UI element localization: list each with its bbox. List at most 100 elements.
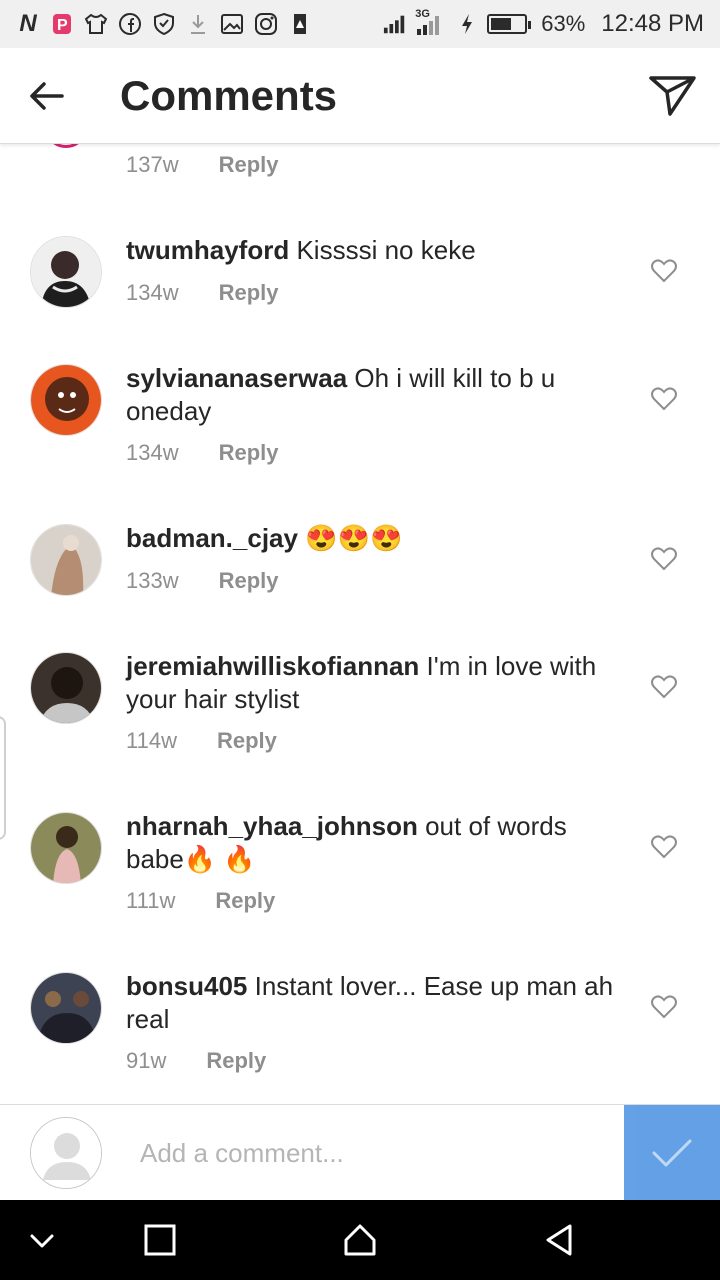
reply-button[interactable]: Reply: [219, 152, 279, 178]
paper-plane-icon: [649, 76, 696, 116]
comment-text: sylviananaserwaa Oh i will kill to b u o…: [126, 362, 626, 428]
avatar[interactable]: [30, 524, 102, 596]
reply-button[interactable]: Reply: [219, 280, 279, 306]
comment-age: 134w: [126, 280, 179, 305]
home-icon: [344, 1224, 376, 1256]
comment-text: jeremiahwilliskofiannan I'm in love with…: [126, 650, 626, 716]
app-header: Comments: [0, 48, 720, 144]
p-icon: P: [50, 12, 74, 36]
battery-icon: [487, 14, 532, 34]
page-title: Comments: [120, 72, 338, 119]
comment-meta: 111w Reply: [126, 888, 275, 914]
comment-composer: [0, 1104, 720, 1200]
user-photo: [31, 973, 101, 1043]
triangle-back-icon: [546, 1224, 572, 1256]
user-photo: [31, 365, 101, 435]
comment-text: badman._cjay 😍😍😍: [126, 522, 626, 555]
status-bar: N P 3G 63% 12:48 PM: [0, 0, 720, 48]
like-button[interactable]: [650, 994, 678, 1020]
comment-message: 😍😍😍: [305, 523, 403, 553]
user-photo: [31, 237, 101, 307]
comment-text: bonsu405 Instant lover... Ease up man ah…: [126, 970, 626, 1036]
recents-button[interactable]: [140, 1220, 180, 1260]
n-icon: N: [19, 10, 37, 37]
comment-username[interactable]: jeremiahwilliskofiannan: [126, 651, 419, 681]
facebook-icon: [118, 12, 142, 36]
reply-button[interactable]: Reply: [215, 888, 275, 914]
back-nav-button[interactable]: [540, 1220, 580, 1260]
comment-username[interactable]: bonsu405: [126, 971, 247, 1001]
avatar[interactable]: [30, 236, 102, 308]
comment-text: nharnah_yhaa_johnson out of words babe🔥 …: [126, 810, 626, 876]
comment-age: 111w: [126, 888, 176, 913]
clock: 12:48 PM: [601, 10, 704, 37]
comment-meta: 133w Reply: [126, 568, 279, 594]
instagram-icon: [254, 12, 278, 36]
avatar[interactable]: [30, 812, 102, 884]
reply-button[interactable]: Reply: [217, 728, 277, 754]
svg-text:P: P: [57, 17, 68, 34]
user-photo: [31, 525, 101, 595]
avatar[interactable]: [30, 652, 102, 724]
charging-icon: [455, 12, 479, 36]
reply-button[interactable]: Reply: [206, 1048, 266, 1074]
comment-item: sylviananaserwaa Oh i will kill to b u o…: [0, 362, 720, 522]
comment-meta: 134w Reply: [126, 280, 279, 306]
share-button[interactable]: [648, 74, 698, 118]
hide-nav-button[interactable]: [22, 1220, 62, 1260]
user-photo: [31, 813, 101, 883]
like-button[interactable]: [650, 386, 678, 412]
comment-username[interactable]: badman._cjay: [126, 523, 298, 553]
heart-icon: [651, 387, 677, 411]
comments-list[interactable]: 137w Reply twumhayford Kissssi no keke 1…: [0, 144, 720, 1104]
comment-username[interactable]: sylviananaserwaa: [126, 363, 347, 393]
side-handle[interactable]: [0, 716, 6, 840]
home-button[interactable]: [340, 1220, 380, 1260]
comment-age: 134w: [126, 440, 179, 465]
comment-text: twumhayford Kissssi no keke: [126, 234, 626, 267]
shirt-icon: [84, 12, 108, 36]
like-button[interactable]: [650, 834, 678, 860]
comment-meta: 137w Reply: [126, 152, 279, 178]
avatar: [30, 1117, 102, 1189]
heart-icon: [651, 835, 677, 859]
square-icon: [144, 1224, 176, 1256]
battery-percent: 63%: [541, 11, 586, 36]
status-system-icons: 3G 63% 12:48 PM: [383, 8, 704, 38]
comment-meta: 114w Reply: [126, 728, 277, 754]
post-comment-button[interactable]: [624, 1105, 720, 1200]
heart-icon: [651, 675, 677, 699]
download-icon: [186, 12, 210, 36]
image-icon: [220, 12, 244, 36]
avatar[interactable]: [30, 364, 102, 436]
comment-partial: 137w Reply: [0, 144, 720, 204]
user-photo: [31, 653, 101, 723]
back-button[interactable]: [26, 76, 66, 116]
reply-button[interactable]: Reply: [219, 440, 279, 466]
comment-message: Kissssi no keke: [296, 235, 476, 265]
signal-icon: [383, 12, 407, 36]
reply-button[interactable]: Reply: [219, 568, 279, 594]
comment-input[interactable]: [140, 1133, 600, 1173]
comment-age: 114w: [126, 728, 177, 753]
alert-icon: [288, 12, 312, 36]
avatar[interactable]: [44, 144, 88, 148]
comment-item: bonsu405 Instant lover... Ease up man ah…: [0, 970, 720, 1104]
like-button[interactable]: [650, 674, 678, 700]
like-button[interactable]: [650, 546, 678, 572]
heart-icon: [651, 259, 677, 283]
network-3g-signal: 3G: [415, 8, 447, 36]
default-avatar-icon: [31, 1118, 101, 1188]
chevron-down-icon: [30, 1234, 54, 1248]
avatar[interactable]: [30, 972, 102, 1044]
comment-item: badman._cjay 😍😍😍 133w Reply: [0, 522, 720, 652]
heart-icon: [651, 995, 677, 1019]
comment-meta: 134w Reply: [126, 440, 279, 466]
comment-username[interactable]: twumhayford: [126, 235, 289, 265]
like-button[interactable]: [650, 258, 678, 284]
comment-age: 137w: [126, 152, 179, 177]
comment-meta: 91w Reply: [126, 1048, 266, 1074]
comment-username[interactable]: nharnah_yhaa_johnson: [126, 811, 418, 841]
comment-age: 91w: [126, 1048, 167, 1073]
system-nav-bar: [0, 1200, 720, 1280]
